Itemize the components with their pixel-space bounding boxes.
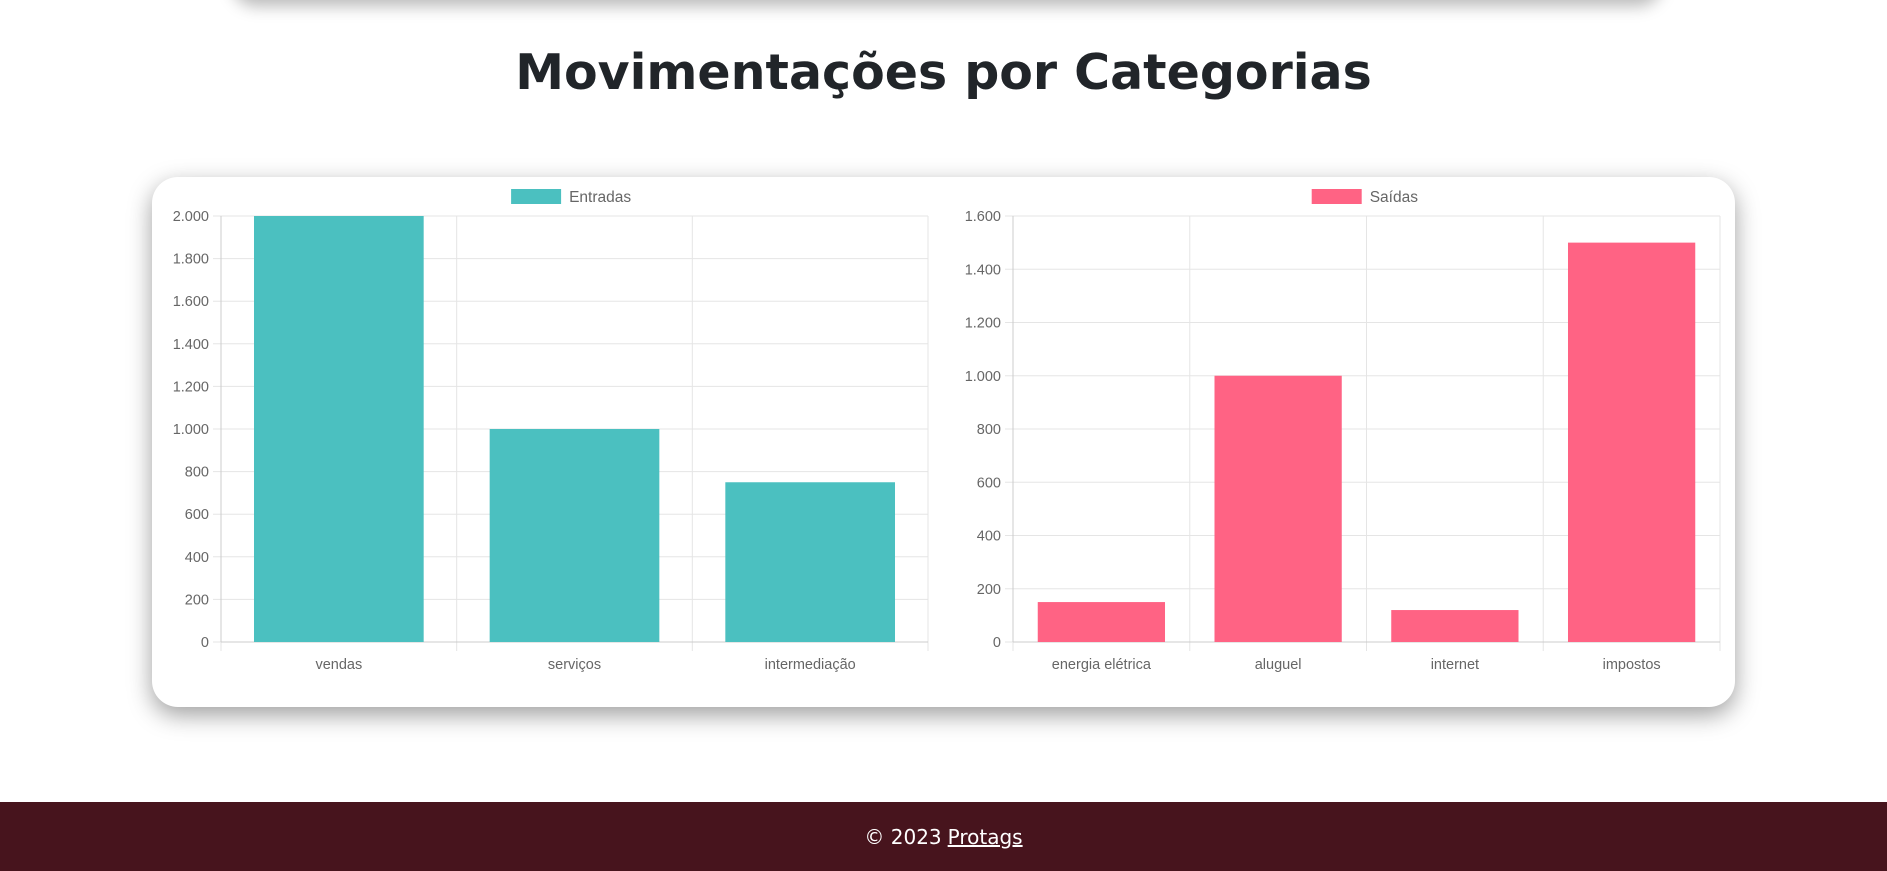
y-tick-label: 1.200 xyxy=(965,316,1001,332)
x-category-label: vendas xyxy=(315,657,362,673)
y-tick-label: 0 xyxy=(201,635,209,651)
bar-2 xyxy=(1214,375,1342,642)
x-category-label: serviços xyxy=(548,657,601,673)
y-tick-label: 2.000 xyxy=(173,209,209,225)
y-tick-label: 600 xyxy=(977,475,1001,491)
x-category-label: aluguel xyxy=(1255,657,1302,673)
footer: © 2023 Protags xyxy=(0,802,1887,871)
y-tick-label: 600 xyxy=(185,507,209,523)
y-tick-label: 1.600 xyxy=(965,209,1001,225)
bar-1 xyxy=(253,216,424,642)
x-category-label: energia elétrica xyxy=(1052,657,1152,673)
footer-link-protags[interactable]: Protags xyxy=(948,825,1023,849)
bar-3 xyxy=(1391,610,1519,642)
bar-3 xyxy=(725,482,896,642)
entradas-bar-chart: Entradas 0 200 400 600 800 1.000 1.200 1.400 1.60… xyxy=(173,189,929,673)
bar-1 xyxy=(1037,602,1166,642)
legend-swatch xyxy=(1311,189,1362,204)
page-title: Movimentações por Categorias xyxy=(515,44,1372,101)
x-category-label: internet xyxy=(1431,657,1479,673)
y-tick-label: 800 xyxy=(185,465,209,481)
y-tick-label: 1.000 xyxy=(965,369,1001,385)
y-tick-label: 1.800 xyxy=(173,252,209,268)
bar-2 xyxy=(489,429,660,642)
legend-swatch xyxy=(511,189,562,204)
y-tick-label: 400 xyxy=(185,550,209,566)
y-tick-label: 1.400 xyxy=(173,337,209,353)
charts-card: Entradas 0 200 400 600 800 1.000 1.200 1.400 1.60… xyxy=(152,177,1735,707)
x-category-label: intermediação xyxy=(765,657,856,673)
saidas-bar-chart: Saídas 0 200 400 600 800 1.000 1.200 1.400 1.600 e… xyxy=(965,189,1721,673)
y-tick-label: 0 xyxy=(993,635,1001,651)
legend-label: Entradas xyxy=(569,189,631,206)
x-category-label: impostos xyxy=(1603,657,1661,673)
y-tick-label: 800 xyxy=(977,422,1001,438)
legend-label: Saídas xyxy=(1370,189,1419,206)
bar-4 xyxy=(1567,242,1696,642)
y-tick-label: 200 xyxy=(977,582,1001,598)
y-tick-label: 1.000 xyxy=(173,422,209,438)
y-tick-label: 1.200 xyxy=(173,379,209,395)
y-tick-label: 1.400 xyxy=(965,262,1001,278)
y-tick-label: 200 xyxy=(185,592,209,608)
y-tick-label: 400 xyxy=(977,529,1001,545)
footer-copyright: © 2023 xyxy=(864,824,942,849)
y-tick-label: 1.600 xyxy=(173,294,209,310)
